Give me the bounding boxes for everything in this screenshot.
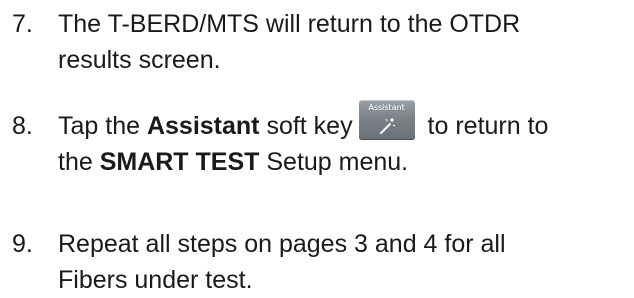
text-segment: the <box>58 148 100 176</box>
smart-test-keyword: SMART TEST <box>99 148 260 176</box>
step-line: The T-BERD/MTS will return to the OTDR <box>58 10 521 38</box>
step-line: Tap the Assistant soft key Assistant to r… <box>58 100 628 144</box>
magic-wand-icon <box>379 118 395 135</box>
assistant-softkey-image: Assistant <box>358 100 415 141</box>
step-text: Tap the Assistant soft key Assistant to r… <box>58 100 628 180</box>
text-segment: soft key <box>259 112 353 140</box>
step-line: the SMART TEST Setup menu. <box>58 144 628 180</box>
step-line: results screen. <box>58 46 221 74</box>
assistant-keyword: Assistant <box>146 112 260 140</box>
step-number: 7. <box>12 10 33 38</box>
step-line: Fibers under test. <box>58 266 253 294</box>
text-segment: to return to <box>420 112 549 140</box>
softkey-label: Assistant <box>368 103 405 113</box>
step-line: Repeat all steps on pages 3 and 4 for al… <box>58 230 506 258</box>
step-text: The T-BERD/MTS will return to the OTDR r… <box>58 6 628 78</box>
text-segment: Setup menu. <box>259 148 409 176</box>
step-text: Repeat all steps on pages 3 and 4 for al… <box>58 226 628 298</box>
step-number: 8. <box>12 112 33 140</box>
step-number: 9. <box>12 230 33 258</box>
text-segment: Tap the <box>58 112 147 140</box>
